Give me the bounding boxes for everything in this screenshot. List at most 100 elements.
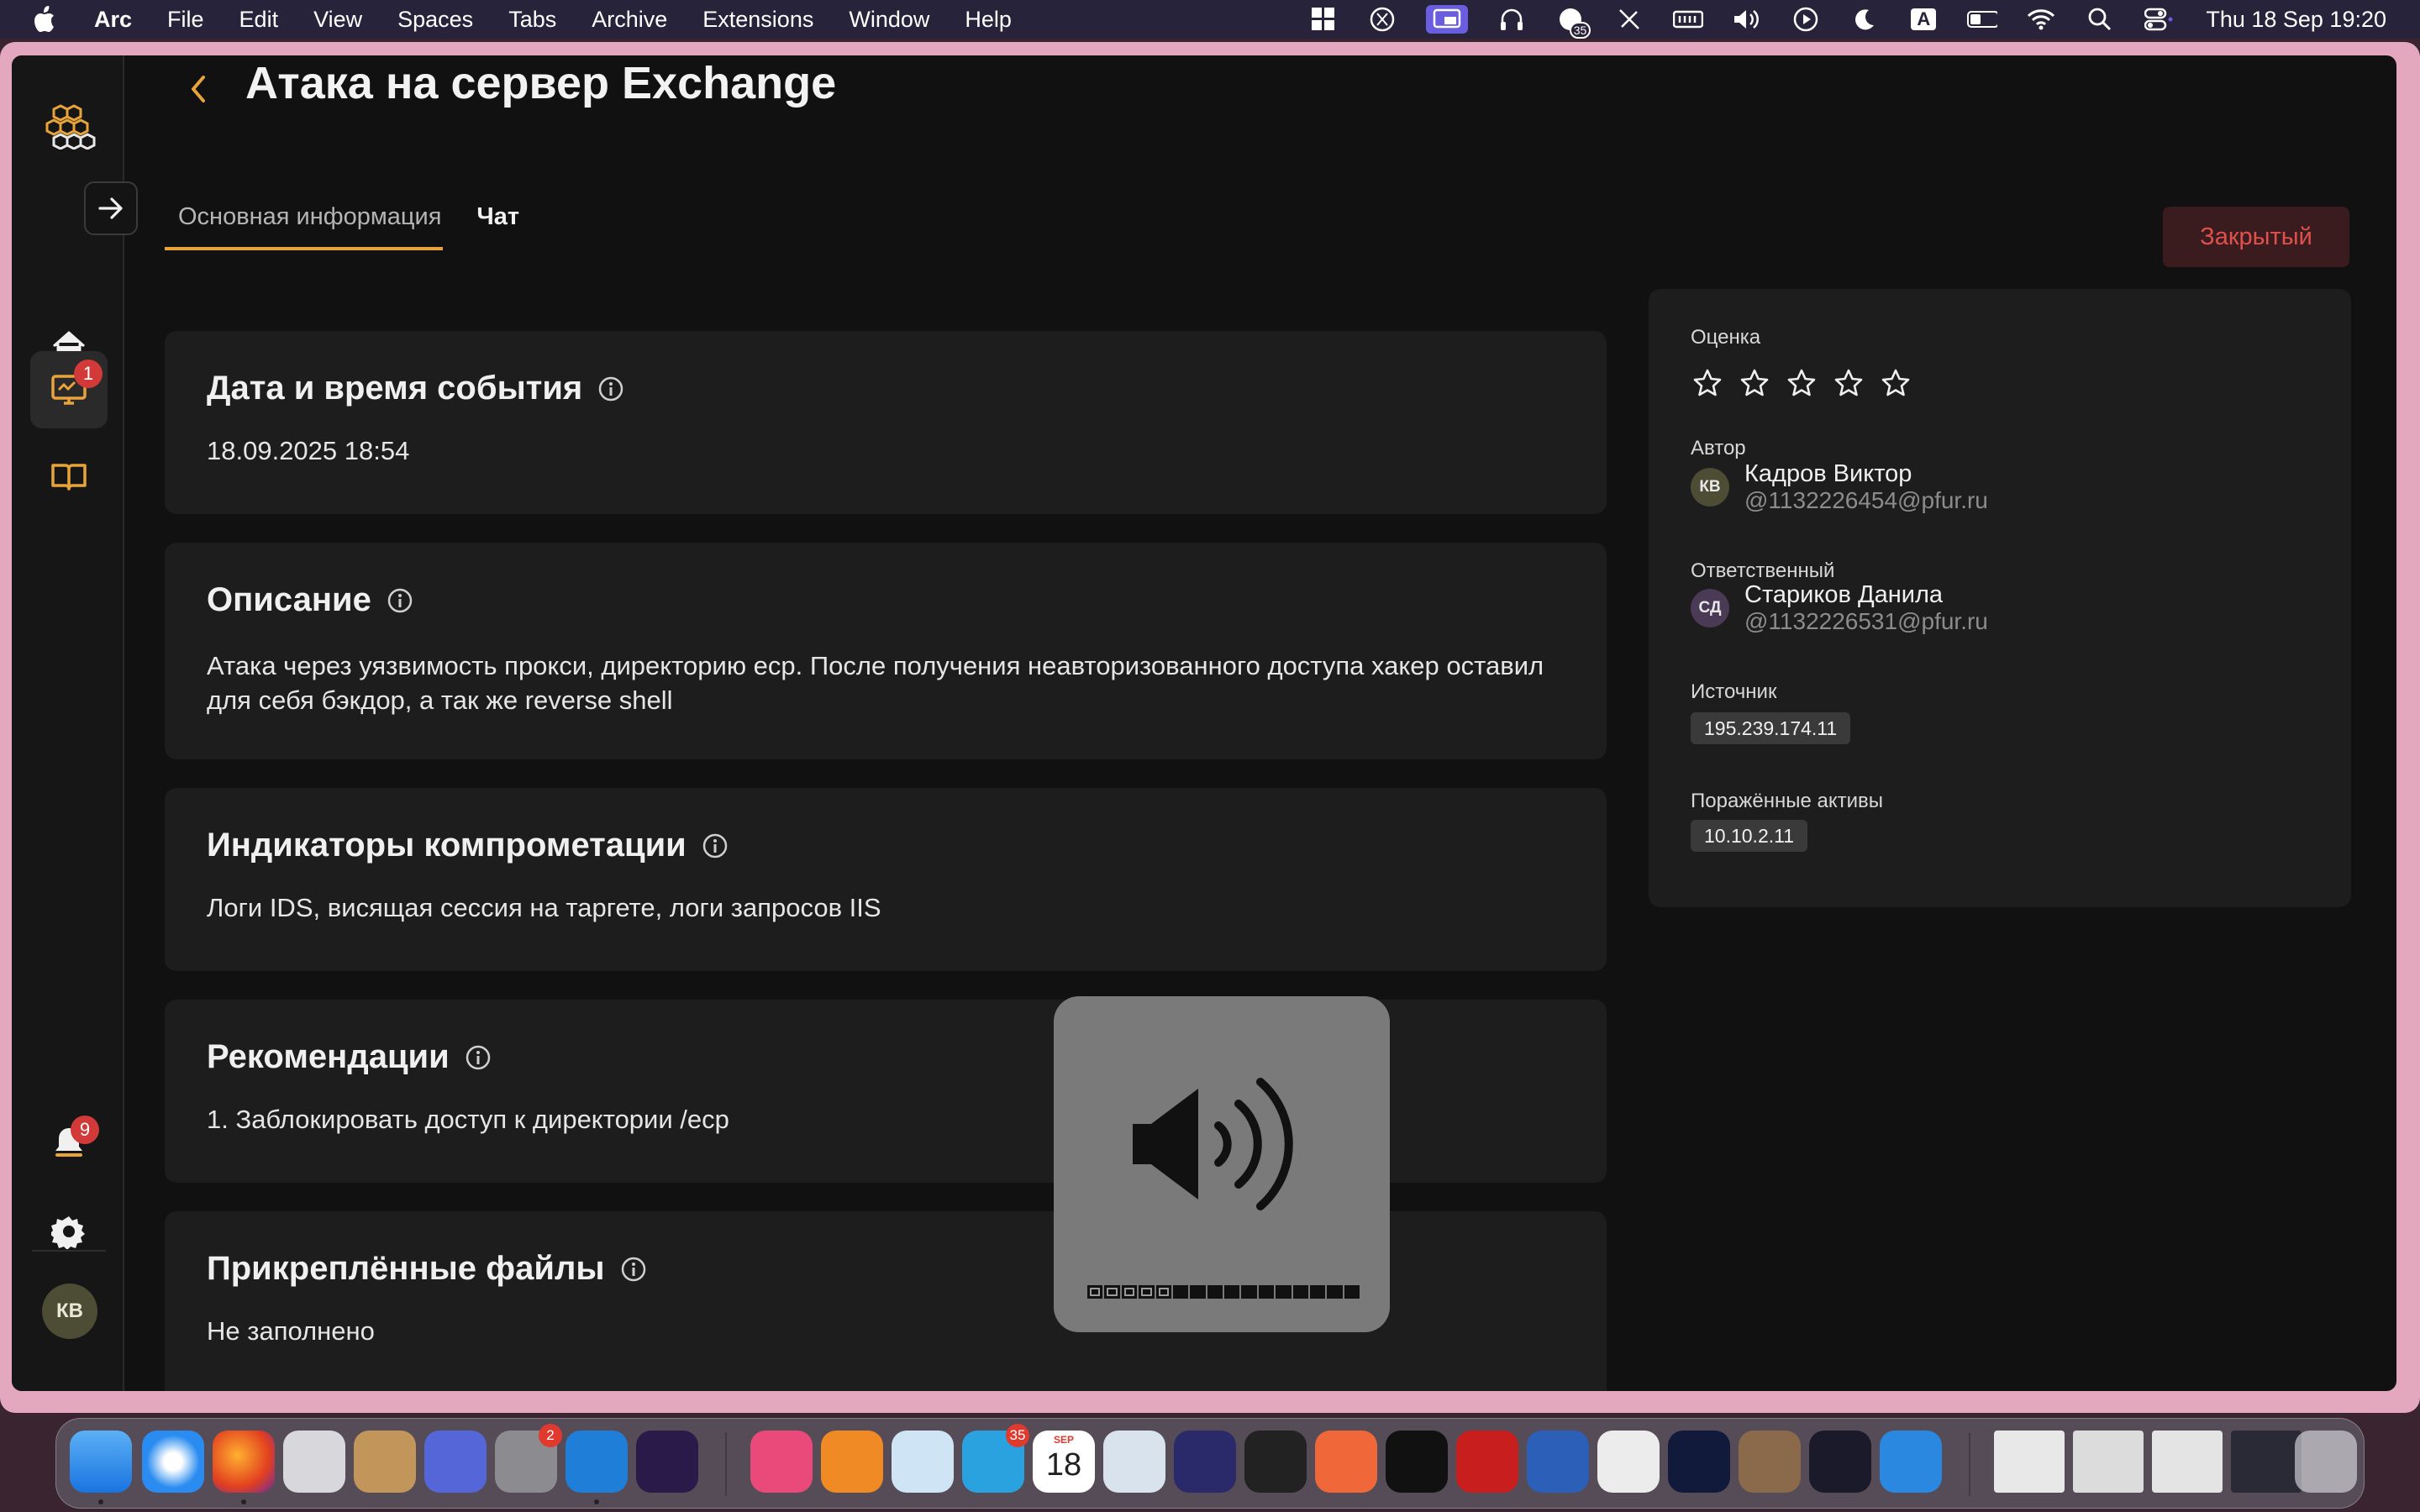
memory-icon[interactable] — [1673, 5, 1704, 34]
dock-minimized-window[interactable] — [2152, 1431, 2223, 1493]
star-icon[interactable] — [1739, 368, 1770, 398]
dock-obsidian-icon[interactable] — [636, 1431, 698, 1493]
cloud-sync-badge: 35 — [1569, 22, 1591, 39]
star-icon[interactable] — [1692, 368, 1723, 398]
volume-segment — [1292, 1285, 1308, 1299]
dock-minimized-window[interactable] — [2231, 1431, 2302, 1493]
sidebar-item-knowledge[interactable] — [30, 438, 108, 516]
dock-burst-icon[interactable] — [1386, 1431, 1448, 1493]
menu-extensions[interactable]: Extensions — [702, 7, 813, 33]
dock-vscode-icon[interactable] — [566, 1431, 628, 1493]
dock-filezilla-icon[interactable] — [1456, 1431, 1518, 1493]
dock-preview-icon[interactable] — [1103, 1431, 1165, 1493]
input-source-icon[interactable]: A — [1908, 5, 1939, 34]
play-circle-icon[interactable] — [1791, 5, 1821, 34]
sidebar-expand-button[interactable] — [84, 181, 138, 235]
dock-telegram-badge: 35 — [1006, 1424, 1029, 1447]
menu-window[interactable]: Window — [849, 7, 929, 33]
menu-view[interactable]: View — [313, 7, 362, 33]
dock-send-icon[interactable] — [892, 1431, 954, 1493]
dock-calendar-icon[interactable]: SEP 18 — [1033, 1431, 1095, 1493]
headphones-icon[interactable] — [1497, 5, 1527, 34]
volume-hud — [1054, 996, 1390, 1332]
menu-file[interactable]: File — [167, 7, 204, 33]
calendar-month: SEP — [1053, 1434, 1074, 1446]
sidebar-divider — [32, 1250, 106, 1252]
star-icon[interactable] — [1833, 368, 1864, 398]
menu-tabs[interactable]: Tabs — [508, 7, 556, 33]
tab-chat[interactable]: Чат — [475, 188, 521, 250]
sidebar-item-settings[interactable] — [30, 1193, 108, 1270]
info-icon[interactable] — [597, 375, 624, 402]
star-icon[interactable] — [1786, 368, 1817, 398]
menu-app-arc[interactable]: Arc — [94, 7, 132, 33]
dock-terminal-icon[interactable] — [1668, 1431, 1730, 1493]
gear-icon — [51, 1216, 85, 1249]
dock-app-icon[interactable] — [1739, 1431, 1801, 1493]
status-button[interactable]: Закрытый — [2163, 207, 2349, 267]
arrow-right-icon — [98, 197, 123, 219]
dock-tex-icon[interactable] — [1174, 1431, 1236, 1493]
author-name: Кадров Виктор — [1744, 460, 1912, 487]
card-datetime-title-text: Дата и время события — [207, 370, 583, 407]
volume-icon[interactable] — [1732, 5, 1762, 34]
back-chevron-icon[interactable] — [182, 67, 215, 109]
volume-segment — [1155, 1285, 1171, 1299]
aperture-icon[interactable] — [1367, 5, 1397, 34]
calendar-day: 18 — [1045, 1447, 1082, 1483]
dock-separator — [1969, 1432, 1970, 1496]
dock-keychain-icon[interactable] — [424, 1431, 487, 1493]
notifications-badge: 9 — [71, 1116, 99, 1144]
control-center-icon[interactable] — [2144, 5, 2174, 34]
dock-finder-icon[interactable] — [70, 1431, 132, 1493]
menu-spaces[interactable]: Spaces — [397, 7, 473, 33]
dock-cube-icon[interactable] — [1244, 1431, 1307, 1493]
honeycomb-logo-icon[interactable] — [42, 102, 101, 150]
search-icon[interactable] — [2085, 5, 2115, 34]
dock-minimized-window[interactable] — [1994, 1431, 2065, 1493]
dock-word-icon[interactable] — [1527, 1431, 1589, 1493]
sidebar-item-incidents[interactable]: 1 — [30, 351, 108, 428]
dock-separator — [725, 1432, 727, 1496]
assets-label: Поражённые активы — [1691, 790, 1883, 812]
menu-archive[interactable]: Archive — [592, 7, 667, 33]
app-window: 1 9 КВ Атака на сервер Exchange Основная… — [12, 55, 2396, 1391]
info-icon[interactable] — [702, 832, 729, 859]
wifi-icon[interactable] — [2026, 5, 2056, 34]
responsible[interactable]: СД Стариков Данила @1132226531@pfur.ru — [1691, 581, 1988, 635]
menu-help[interactable]: Help — [965, 7, 1012, 33]
info-icon[interactable] — [620, 1256, 647, 1283]
screen-share-icon[interactable] — [1426, 5, 1469, 34]
menu-edit[interactable]: Edit — [239, 7, 279, 33]
tab-main-info[interactable]: Основная информация — [165, 188, 444, 250]
dock-launchpad-icon[interactable] — [283, 1431, 345, 1493]
volume-level-bar — [1087, 1285, 1360, 1299]
pen-off-icon[interactable] — [1614, 5, 1644, 34]
dock-app-icon[interactable] — [750, 1431, 813, 1493]
battery-icon[interactable] — [1967, 5, 1998, 34]
menubar-status-area: 35 A Thu 18 Sep 19:20 — [1308, 5, 2386, 39]
dock-textedit-icon[interactable] — [1597, 1431, 1660, 1493]
dock-firefox-icon[interactable] — [213, 1431, 275, 1493]
star-icon[interactable] — [1881, 368, 1911, 398]
dock-obs-icon[interactable] — [1809, 1431, 1871, 1493]
user-avatar[interactable]: КВ — [42, 1284, 97, 1339]
card-description-title-text: Описание — [207, 581, 371, 618]
dock-safari-icon[interactable] — [142, 1431, 204, 1493]
dock-openvpn-icon[interactable] — [821, 1431, 883, 1493]
dock-windows-icon[interactable] — [1880, 1431, 1942, 1493]
dock-contacts-icon[interactable] — [354, 1431, 416, 1493]
info-icon[interactable] — [465, 1044, 492, 1071]
cloud-sync-icon[interactable]: 35 — [1555, 5, 1591, 39]
sidebar-item-notifications[interactable]: 9 — [30, 1104, 108, 1181]
book-icon — [51, 464, 87, 491]
moon-icon[interactable] — [1849, 5, 1880, 34]
dock-trash-icon[interactable] — [2295, 1431, 2357, 1493]
dock-pen-icon[interactable] — [1315, 1431, 1377, 1493]
window-grid-icon[interactable] — [1308, 5, 1339, 34]
menubar-clock[interactable]: Thu 18 Sep 19:20 — [2206, 7, 2386, 33]
info-icon[interactable] — [387, 587, 413, 614]
dock-minimized-window[interactable] — [2073, 1431, 2144, 1493]
apple-icon[interactable] — [34, 5, 60, 34]
author[interactable]: КВ Кадров Виктор @1132226454@pfur.ru — [1691, 460, 1988, 514]
